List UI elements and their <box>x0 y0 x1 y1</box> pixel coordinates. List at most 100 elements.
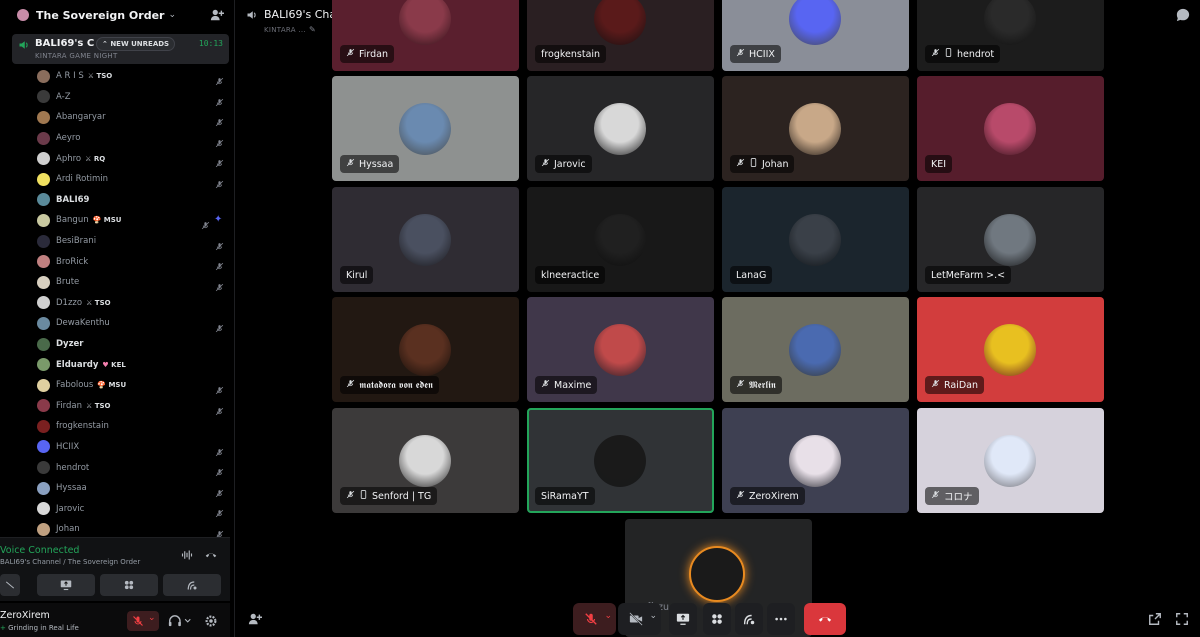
participant-avatar <box>399 214 451 266</box>
participant-name: SiRamaYT <box>541 490 589 502</box>
voice-member[interactable]: frogkenstain <box>0 416 235 437</box>
chevron-down-icon[interactable]: ⌄ <box>604 611 612 621</box>
chevron-down-icon[interactable]: ⌄ <box>148 613 156 623</box>
channel-subtitle: KINTARA ... <box>264 26 306 34</box>
participant-tile[interactable]: HCIIX <box>722 0 909 71</box>
screen-share-button[interactable] <box>669 603 697 635</box>
avatar <box>37 378 50 392</box>
participant-tile[interactable]: Maxime <box>527 297 714 402</box>
member-name: Jarovic <box>56 503 85 514</box>
voice-member[interactable]: D1zzo ⚔ TSO <box>0 293 235 314</box>
voice-member[interactable]: Jarovic <box>0 498 235 519</box>
mic-toggle-button[interactable]: ⌄ <box>573 603 616 635</box>
member-name: Bangun <box>56 215 89 226</box>
participant-tile[interactable]: Firdan <box>332 0 519 71</box>
participant-tile[interactable]: RaiDan <box>917 297 1104 402</box>
chat-bubble-icon[interactable] <box>1176 8 1190 22</box>
participant-tile[interactable]: 𝕸𝖊𝖗𝖑𝖎𝖓 <box>722 297 909 402</box>
participant-nametag: LetMeFarm >.< <box>925 266 1012 284</box>
member-badge-label: RQ <box>93 154 106 163</box>
participant-nametag: hendrot <box>925 45 1001 63</box>
mic-muted-icon <box>215 524 224 539</box>
participant-tile[interactable]: Kirul <box>332 187 519 292</box>
screen-share-button[interactable] <box>37 574 95 596</box>
soundboard-button[interactable] <box>163 574 221 596</box>
activities-button[interactable] <box>703 603 731 635</box>
voice-member[interactable]: Dyzer <box>0 334 235 355</box>
soundboard-icon <box>743 614 755 625</box>
mic-muted-icon <box>584 613 597 625</box>
disconnect-icon[interactable] <box>205 549 217 561</box>
participant-tile[interactable]: ZeroXirem <box>722 408 909 513</box>
voice-member[interactable]: BroRick <box>0 251 235 272</box>
activities-button[interactable] <box>100 574 158 596</box>
voice-member[interactable]: Brute <box>0 272 235 293</box>
voice-status[interactable]: Voice Connected <box>0 545 79 556</box>
soundboard-button[interactable] <box>735 603 763 635</box>
voice-member[interactable]: DewaKenthu <box>0 313 235 334</box>
voice-member[interactable]: A R I S ⚔ TSO <box>0 66 235 87</box>
headphones-icon[interactable] <box>168 614 192 628</box>
voice-member[interactable]: Elduardy ♥ KEL <box>0 354 235 375</box>
voice-member[interactable]: Bangun 🍄 MSU ✦ <box>0 210 235 231</box>
voice-member[interactable]: Aphro ⚔ RQ <box>0 148 235 169</box>
settings-gear-icon[interactable] <box>204 614 218 628</box>
voice-channel-active[interactable]: BALI69's C ⌃ NEW UNREADS 10:13 KINTARA G… <box>12 34 229 64</box>
avatar <box>37 399 50 413</box>
participant-tile[interactable]: LanaG <box>722 187 909 292</box>
swords-icon: ⚔ <box>85 154 92 163</box>
pop-out-icon[interactable] <box>1148 612 1162 626</box>
voice-member[interactable]: Fabolous 🍄 MSU <box>0 375 235 396</box>
participant-tile[interactable]: klneeractice <box>527 187 714 292</box>
mic-muted-icon <box>133 616 143 626</box>
more-options-button[interactable] <box>767 603 795 635</box>
camera-button[interactable] <box>0 574 20 596</box>
participant-tile[interactable]: 𝖒𝖆𝖙𝖆𝖉𝖔𝖗𝖆 𝖛𝖔𝖓 𝖊𝖉𝖊𝖓 <box>332 297 519 402</box>
voice-channel-name: BALI69's C <box>35 38 95 49</box>
member-name: Firdan <box>56 400 82 411</box>
participant-tile[interactable]: frogkenstain <box>527 0 714 71</box>
disconnect-button[interactable] <box>804 603 846 635</box>
participant-tile[interactable]: Jarovic <box>527 76 714 181</box>
participant-tile[interactable]: KEI <box>917 76 1104 181</box>
member-badge: 🍄 MSU <box>97 381 126 389</box>
participant-tile[interactable]: Hyssaa <box>332 76 519 181</box>
voice-member[interactable]: Abangaryar <box>0 107 235 128</box>
participant-nametag: Jarovic <box>535 155 592 173</box>
participant-tile[interactable]: コロナ <box>917 408 1104 513</box>
participant-nametag: SiRamaYT <box>535 487 595 505</box>
add-member-icon[interactable] <box>210 8 224 22</box>
participant-name: RaiDan <box>944 379 979 391</box>
participant-name: LanaG <box>736 269 767 281</box>
server-header[interactable]: The Sovereign Order ⌄ <box>0 0 235 30</box>
avatar <box>37 481 50 495</box>
voice-member[interactable]: Hyssaa <box>0 478 235 499</box>
voice-member[interactable]: HCIIX <box>0 437 235 458</box>
mic-muted-icon <box>346 379 355 391</box>
participant-tile[interactable]: SiRamaYT <box>527 408 714 513</box>
fullscreen-icon[interactable] <box>1175 612 1189 626</box>
new-unreads-pill[interactable]: ⌃ NEW UNREADS <box>96 37 176 51</box>
mushroom-icon: 🍄 <box>92 216 102 225</box>
participant-name: hendrot <box>957 48 995 60</box>
participant-tile[interactable]: Johan <box>722 76 909 181</box>
participant-tile[interactable]: LetMeFarm >.< <box>917 187 1104 292</box>
mobile-icon <box>944 48 953 60</box>
participant-tile[interactable]: hendrot <box>917 0 1104 71</box>
voice-member[interactable]: Aeyro <box>0 128 235 149</box>
camera-toggle-button[interactable]: ⌄ <box>618 603 661 635</box>
voice-member[interactable]: Firdan ⚔ TSO <box>0 396 235 417</box>
voice-member[interactable]: BesiBrani <box>0 231 235 252</box>
invite-icon[interactable] <box>248 612 262 626</box>
voice-member[interactable]: hendrot <box>0 457 235 478</box>
voice-member[interactable]: BALI69 <box>0 190 235 211</box>
voice-member[interactable]: A-Z <box>0 87 235 108</box>
voice-channel-path[interactable]: BALI69's Channel / The Sovereign Order <box>0 558 140 566</box>
username[interactable]: ZeroXirem <box>0 610 50 621</box>
noise-suppression-icon[interactable] <box>181 549 193 561</box>
pencil-icon[interactable]: ✎ <box>309 25 316 34</box>
participant-tile[interactable]: Senford | TG <box>332 408 519 513</box>
voice-member[interactable]: Ardi Rotimin <box>0 169 235 190</box>
mute-button[interactable]: ⌄ <box>127 611 159 631</box>
chevron-down-icon[interactable]: ⌄ <box>649 611 657 621</box>
